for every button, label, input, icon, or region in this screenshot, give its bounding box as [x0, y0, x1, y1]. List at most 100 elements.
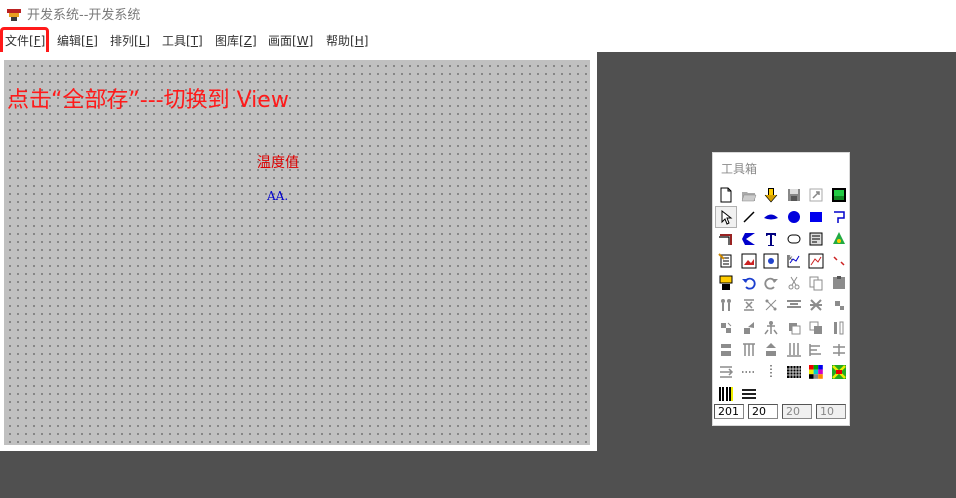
toolbox-title: 工具箱 [721, 162, 758, 176]
tool-import[interactable] [760, 184, 782, 206]
tool-rounded-rect[interactable] [783, 228, 805, 250]
tool-vertical-dots[interactable] [760, 361, 782, 383]
dots-icon [832, 232, 845, 245]
tool-equal-height[interactable] [828, 339, 850, 361]
tool-ellipse-arc[interactable] [760, 206, 782, 228]
tool-green-image[interactable] [828, 184, 850, 206]
tool-open-folder[interactable] [738, 184, 760, 206]
x-color-icon [831, 364, 846, 379]
tool-back[interactable] [828, 317, 850, 339]
tool-doc-edit[interactable] [715, 250, 737, 272]
tool-bring-front[interactable] [828, 294, 850, 316]
tool-elbow-line[interactable] [715, 228, 737, 250]
tool-paste[interactable] [828, 272, 850, 294]
menu-canvas-key: W [296, 34, 309, 48]
value-display[interactable]: AA. [267, 189, 288, 203]
tool-redo[interactable] [760, 272, 782, 294]
rotate-icon [743, 321, 754, 334]
tool-barcode[interactable] [715, 383, 737, 405]
new-file-icon [720, 187, 732, 203]
coord-field-x[interactable]: 201 [714, 404, 744, 419]
size-field-w[interactable]: 20 [782, 404, 812, 419]
tool-dotted-line[interactable] [738, 361, 760, 383]
tool-align-left[interactable] [715, 294, 737, 316]
tool-rectangle[interactable] [805, 206, 827, 228]
tool-circle[interactable] [783, 206, 805, 228]
tool-line[interactable] [738, 206, 760, 228]
menu-edit[interactable]: 编辑[E] [57, 33, 98, 49]
tool-horizontal-lines[interactable] [738, 383, 760, 405]
design-canvas[interactable] [4, 60, 590, 445]
temperature-label[interactable]: 温度值 [257, 152, 299, 172]
rectangle-icon [810, 212, 822, 223]
rounded-rect-icon [787, 234, 800, 244]
tool-polyline[interactable] [828, 206, 850, 228]
tool-new-file[interactable] [715, 184, 737, 206]
tool-trend[interactable] [805, 250, 827, 272]
coord-field-y[interactable]: 20 [748, 404, 778, 419]
tool-align-center[interactable] [738, 294, 760, 316]
app-icon [7, 9, 21, 21]
tool-equal-width[interactable] [805, 339, 827, 361]
tool-group[interactable] [760, 317, 782, 339]
tool-send-back[interactable] [715, 317, 737, 339]
stretch-icon [810, 299, 822, 312]
align-hcenter-icon [766, 342, 776, 356]
tool-color-palette[interactable] [805, 361, 827, 383]
paste-icon [832, 276, 845, 290]
tool-ungroup[interactable] [783, 317, 805, 339]
tool-dots[interactable] [828, 228, 850, 250]
tool-grid: k [715, 184, 850, 405]
tool-align-middle[interactable] [783, 294, 805, 316]
ellipse-arc-icon [764, 214, 778, 220]
dotted-line-icon [741, 370, 756, 373]
tool-align-hcenter[interactable] [760, 339, 782, 361]
sector-icon [741, 233, 755, 246]
tool-align-vcenter[interactable] [738, 339, 760, 361]
tool-image[interactable] [760, 250, 782, 272]
tool-copy[interactable] [805, 272, 827, 294]
tool-text[interactable] [760, 228, 782, 250]
ungroup-icon [788, 322, 800, 335]
tool-align-top[interactable] [715, 339, 737, 361]
menu-canvas-label: 画面 [268, 34, 293, 48]
tool-button[interactable] [805, 228, 827, 250]
tool-space-horizontal[interactable] [715, 361, 737, 383]
menu-canvas[interactable]: 画面[W] [268, 33, 313, 49]
tool-save[interactable] [783, 184, 805, 206]
tool-rotate[interactable] [738, 317, 760, 339]
instruction-annotation: 点击“全部存”---切换到 View [7, 88, 289, 113]
doc-edit-icon [718, 253, 732, 268]
tool-grid[interactable] [783, 361, 805, 383]
menu-tools[interactable]: 工具[T] [162, 33, 203, 49]
menu-library-key: Z [243, 34, 252, 48]
align-center-icon [743, 299, 754, 312]
tool-pointer[interactable] [715, 206, 737, 229]
tool-export[interactable] [805, 184, 827, 206]
align-vcenter-icon [742, 342, 755, 356]
tool-sector[interactable] [738, 228, 760, 250]
menu-tools-key: T [190, 34, 199, 48]
tool-small-arrows[interactable] [828, 250, 850, 272]
open-folder-icon [741, 192, 756, 202]
menu-arrange[interactable]: 排列[L] [110, 33, 150, 49]
tool-align-right[interactable] [760, 294, 782, 316]
tool-align-bottom[interactable] [783, 339, 805, 361]
menu-help[interactable]: 帮助[H] [326, 33, 368, 49]
tool-chart[interactable]: k [783, 250, 805, 272]
svg-text:k: k [789, 255, 793, 262]
tool-front[interactable] [805, 317, 827, 339]
tool-stretch[interactable] [805, 294, 827, 316]
tool-bitmap[interactable] [738, 250, 760, 272]
color-palette-icon [809, 364, 823, 379]
tool-report[interactable] [715, 272, 737, 294]
menu-library[interactable]: 图库[Z] [215, 33, 257, 49]
align-left-icon [721, 299, 731, 312]
align-middle-icon [786, 300, 801, 309]
barcode-icon [719, 386, 733, 401]
undo-icon [741, 278, 756, 290]
tool-x-color[interactable] [828, 361, 850, 383]
tool-undo[interactable] [738, 272, 760, 294]
tool-cut[interactable] [783, 272, 805, 294]
size-field-h[interactable]: 10 [816, 404, 846, 419]
